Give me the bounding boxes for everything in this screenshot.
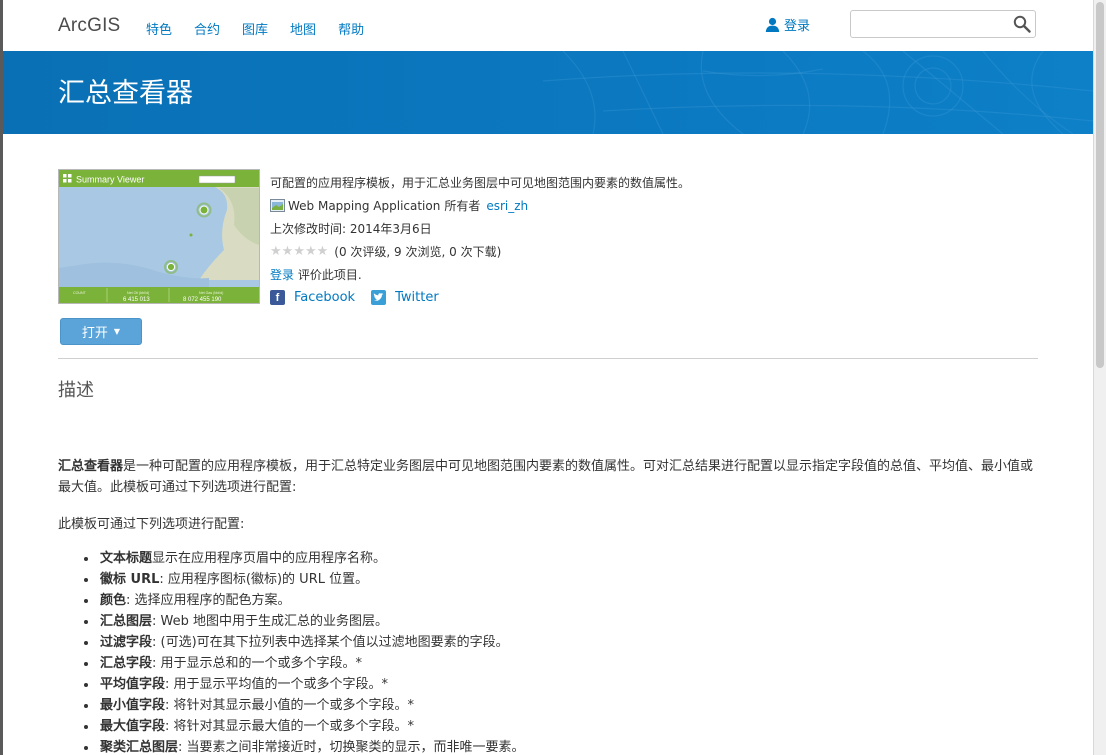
thumbnail-label-count: COUNT [73, 291, 87, 295]
nav-link-features[interactable]: 特色 [146, 19, 172, 38]
option-name: 最大值字段 [100, 719, 166, 734]
option-text: : 用于显示总和的一个或多个字段。* [152, 656, 363, 671]
page-banner: 汇总查看器 [3, 51, 1093, 134]
thumbnail-title: Summary Viewer [76, 175, 144, 185]
item-type-row: Web Mapping Application 所有者 esri_zh [270, 194, 690, 217]
list-item: 最小值字段: 将针对其显示最小值的一个或多个字段。* [98, 695, 525, 716]
rating-stats: (0 次评级, 9 次浏览, 0 次下载) [334, 245, 502, 259]
search-icon[interactable] [1013, 15, 1031, 33]
item-summary: 可配置的应用程序模板，用于汇总业务图层中可见地图范围内要素的数值属性。 [270, 176, 691, 190]
page-title: 汇总查看器 [58, 78, 193, 109]
description-intro: 此模板可通过下列选项进行配置: [58, 517, 245, 532]
star-icon[interactable]: ★ [305, 244, 317, 259]
list-item: 过滤字段: (可选)可在其下拉列表中选择某个值以过滤地图要素的字段。 [98, 632, 525, 653]
thumbnail-value-gas: 8 072 455 190 [183, 297, 222, 303]
open-button-label: 打开 [81, 326, 108, 341]
search-box [850, 10, 1036, 38]
owner-label: 所有者 [444, 199, 481, 213]
list-item: 徽标 URL: 应用程序图标(徽标)的 URL 位置。 [98, 569, 525, 590]
owner-link[interactable]: esri_zh [486, 199, 528, 213]
option-text: : 选择应用程序的配色方案。 [126, 593, 291, 608]
facebook-share[interactable]: f Facebook [270, 290, 355, 305]
login-label: 登录 [784, 19, 811, 34]
facebook-icon: f [270, 290, 285, 305]
option-text: : 当要素之间非常接近时，切换聚类的显示，而非唯一要素。 [178, 740, 525, 755]
option-name: 最小值字段 [100, 698, 166, 713]
nav-link-help[interactable]: 帮助 [338, 19, 364, 38]
list-item: 聚类汇总图层: 当要素之间非常接近时，切换聚类的显示，而非唯一要素。 [98, 737, 525, 755]
option-name: 颜色 [100, 593, 127, 608]
login-link[interactable]: 登录 [765, 15, 810, 34]
rate-login-link[interactable]: 登录 [270, 266, 294, 283]
option-name: 平均值字段 [100, 677, 166, 692]
open-button[interactable]: 打开 ▼ [60, 318, 142, 345]
nav-link-plans[interactable]: 合约 [194, 19, 220, 38]
option-text: : Web 地图中用于生成汇总的业务图层。 [152, 614, 389, 629]
options-list: 文本标题显示在应用程序页眉中的应用程序名称。 徽标 URL: 应用程序图标(徽标… [81, 548, 525, 755]
vertical-scrollbar[interactable] [1093, 0, 1106, 755]
thumbnail-label-oil: Net Oil (bbl/d) [127, 291, 149, 295]
twitter-icon [371, 290, 387, 305]
star-icon[interactable]: ★ [282, 244, 294, 259]
star-icon[interactable]: ★ [270, 244, 282, 259]
user-icon [765, 17, 780, 32]
web-app-icon [270, 199, 285, 212]
option-name: 徽标 URL [100, 572, 160, 587]
thumbnail-value-oil: 6 415 013 [123, 297, 150, 303]
rate-suffix: 评价此项目. [294, 268, 362, 282]
top-navigation: ArcGIS 特色 合约 图库 地图 帮助 登录 [3, 0, 1093, 51]
caret-down-icon: ▼ [113, 327, 121, 336]
rate-row: 登录 评价此项目. [270, 263, 690, 286]
option-text: : (可选)可在其下拉列表中选择某个值以过滤地图要素的字段。 [152, 635, 509, 650]
page: ArcGIS 特色 合约 图库 地图 帮助 登录 汇总查看器 Summary V… [3, 0, 1093, 755]
summary-viewer-thumbnail: Summary Viewer COUNT Net Oil (bbl/d) Net… [59, 170, 259, 303]
option-name: 汇总字段 [100, 656, 153, 671]
list-item: 平均值字段: 用于显示平均值的一个或多个字段。* [98, 674, 525, 695]
rating-stars[interactable]: ★ ★ ★ ★ ★ [270, 244, 328, 259]
rating-row: ★ ★ ★ ★ ★ (0 次评级, 9 次浏览, 0 次下载) [270, 240, 690, 263]
option-text: : 将针对其显示最大值的一个或多个字段。* [165, 719, 415, 734]
scrollbar-thumb[interactable] [1096, 2, 1104, 368]
item-thumbnail[interactable]: Summary Viewer COUNT Net Oil (bbl/d) Net… [58, 169, 260, 304]
list-item: 文本标题显示在应用程序页眉中的应用程序名称。 [98, 548, 525, 569]
twitter-label: Twitter [395, 290, 439, 305]
modified-date: 上次修改时间: 2014年3月6日 [270, 222, 432, 236]
item-details: 可配置的应用程序模板，用于汇总业务图层中可见地图范围内要素的数值属性。 Web … [270, 171, 690, 309]
list-item: 颜色: 选择应用程序的配色方案。 [98, 590, 525, 611]
description-heading: 描述 [58, 380, 94, 401]
option-text: : 用于显示平均值的一个或多个字段。* [165, 677, 389, 692]
share-row: f Facebook Twitter [270, 286, 690, 309]
star-icon[interactable]: ★ [317, 244, 329, 259]
twitter-share[interactable]: Twitter [371, 290, 439, 305]
option-name: 汇总图层 [100, 614, 153, 629]
list-item: 汇总图层: Web 地图中用于生成汇总的业务图层。 [98, 611, 525, 632]
nav-link-gallery[interactable]: 图库 [242, 19, 268, 38]
option-text: : 应用程序图标(徽标)的 URL 位置。 [159, 572, 369, 587]
nav-links: 特色 合约 图库 地图 帮助 [146, 19, 386, 38]
description-lead: 汇总查看器是一种可配置的应用程序模板，用于汇总特定业务图层中可见地图范围内要素的… [58, 456, 1038, 498]
list-item: 汇总字段: 用于显示总和的一个或多个字段。* [98, 653, 525, 674]
option-text: 显示在应用程序页眉中的应用程序名称。 [152, 551, 387, 566]
section-divider [58, 358, 1038, 359]
option-name: 过滤字段 [100, 635, 153, 650]
description-lead-bold: 汇总查看器 [58, 459, 124, 474]
option-text: : 将针对其显示最小值的一个或多个字段。* [165, 698, 415, 713]
facebook-label: Facebook [294, 290, 356, 305]
thumbnail-label-gas: Net Gas (bbl/d) [199, 291, 223, 295]
list-item: 最大值字段: 将针对其显示最大值的一个或多个字段。* [98, 716, 525, 737]
description-lead-text: 是一种可配置的应用程序模板，用于汇总特定业务图层中可见地图范围内要素的数值属性。… [58, 459, 1034, 495]
option-name: 文本标题 [100, 551, 153, 566]
star-icon[interactable]: ★ [293, 244, 305, 259]
arcgis-logo[interactable]: ArcGIS [58, 15, 120, 37]
option-name: 聚类汇总图层 [100, 740, 179, 755]
search-input[interactable] [857, 15, 1011, 35]
item-type: Web Mapping Application [288, 198, 441, 213]
nav-link-map[interactable]: 地图 [290, 19, 316, 38]
